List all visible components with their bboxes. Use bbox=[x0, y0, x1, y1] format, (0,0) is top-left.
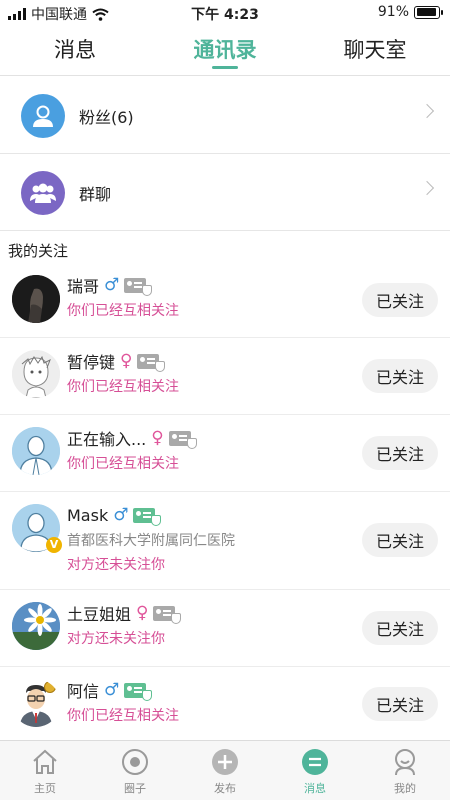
badge-icon bbox=[44, 681, 56, 693]
tab-chatroom[interactable]: 聊天室 bbox=[300, 26, 450, 75]
home-icon bbox=[33, 749, 57, 774]
female-icon: ♀ bbox=[136, 603, 149, 623]
avatar bbox=[12, 679, 60, 727]
verified-badge: V bbox=[46, 537, 62, 553]
bottom-nav: 主页 圈子 发布 消息 我的 bbox=[0, 740, 450, 800]
battery-percent: 91% bbox=[377, 4, 409, 20]
follow-status: 你们已经互相关注 bbox=[67, 379, 179, 395]
contact-name: 正在输入... bbox=[67, 430, 147, 449]
circle-icon bbox=[122, 749, 148, 775]
tab-contacts[interactable]: 通讯录 bbox=[150, 26, 300, 75]
contact-row[interactable]: 阿信 ♂ 你们已经互相关注 已关注 bbox=[0, 667, 450, 740]
nav-messages[interactable]: 消息 bbox=[270, 741, 360, 800]
avatar bbox=[12, 427, 60, 475]
plus-icon bbox=[212, 749, 238, 775]
id-card-icon bbox=[133, 507, 162, 526]
male-icon: ♂ bbox=[104, 275, 120, 295]
battery-icon bbox=[414, 5, 443, 19]
nav-home[interactable]: 主页 bbox=[0, 741, 90, 800]
avatar bbox=[12, 350, 60, 398]
id-card-icon bbox=[124, 277, 153, 296]
follow-status: 你们已经互相关注 bbox=[67, 708, 179, 724]
followed-button[interactable]: 已关注 bbox=[362, 359, 438, 393]
follow-status: 你们已经互相关注 bbox=[67, 456, 179, 472]
status-bar: 中国联通 下午 4:23 91% bbox=[0, 0, 450, 26]
group-icon bbox=[21, 170, 65, 215]
message-icon bbox=[302, 749, 328, 775]
avatar: V bbox=[12, 504, 62, 553]
followed-button[interactable]: 已关注 bbox=[362, 436, 438, 470]
followed-button[interactable]: 已关注 bbox=[362, 687, 438, 721]
id-card-icon bbox=[153, 605, 182, 624]
contacts-screen: 中国联通 下午 4:23 91% 消息 通讯录 聊天室 粉丝(6) 群聊 我的关… bbox=[0, 0, 450, 800]
id-card-icon bbox=[137, 353, 166, 372]
contact-name: 瑞哥 bbox=[67, 277, 100, 296]
top-tabs: 消息 通讯录 聊天室 bbox=[0, 26, 450, 76]
fans-entry[interactable]: 粉丝(6) bbox=[0, 78, 450, 154]
avatar bbox=[12, 275, 60, 323]
profile-icon bbox=[395, 749, 415, 776]
contact-name: 暂停键 bbox=[67, 353, 116, 372]
nav-label: 发布 bbox=[214, 782, 236, 795]
tab-messages[interactable]: 消息 bbox=[0, 26, 150, 75]
female-icon: ♀ bbox=[120, 351, 133, 371]
nav-label: 主页 bbox=[34, 782, 56, 795]
contact-row[interactable]: 正在输入... ♀ 你们已经互相关注 已关注 bbox=[0, 415, 450, 492]
follow-status: 你们已经互相关注 bbox=[67, 303, 179, 319]
avatar bbox=[12, 602, 60, 650]
id-card-icon bbox=[168, 430, 197, 449]
contact-name: 土豆姐姐 bbox=[67, 605, 132, 624]
contact-row[interactable]: V Mask ♂ 首都医科大学附属同仁医院 对方还未关注你 已关注 bbox=[0, 492, 450, 590]
nav-label: 圈子 bbox=[124, 782, 146, 795]
contact-row[interactable]: 瑞哥 ♂ 你们已经互相关注 已关注 bbox=[0, 262, 450, 338]
person-icon bbox=[21, 93, 65, 138]
group-chat-entry[interactable]: 群聊 bbox=[0, 155, 450, 231]
nav-label: 消息 bbox=[304, 782, 326, 795]
contact-organization: 首都医科大学附属同仁医院 bbox=[67, 533, 235, 549]
female-icon: ♀ bbox=[151, 428, 164, 448]
male-icon: ♂ bbox=[104, 680, 120, 700]
followed-button[interactable]: 已关注 bbox=[362, 283, 438, 317]
nav-circle[interactable]: 圈子 bbox=[90, 741, 180, 800]
chevron-right-icon bbox=[419, 180, 435, 196]
section-title: 我的关注 bbox=[8, 242, 69, 260]
fans-label: 粉丝(6) bbox=[79, 107, 134, 127]
nav-profile[interactable]: 我的 bbox=[360, 741, 450, 800]
id-card-icon bbox=[124, 682, 153, 701]
male-icon: ♂ bbox=[113, 505, 129, 525]
contact-name: 阿信 bbox=[67, 682, 100, 701]
group-chat-label: 群聊 bbox=[79, 184, 112, 204]
follow-status: 对方还未关注你 bbox=[67, 557, 165, 573]
contact-row[interactable]: 暂停键 ♀ 你们已经互相关注 已关注 bbox=[0, 338, 450, 415]
chevron-right-icon bbox=[419, 103, 435, 119]
followed-button[interactable]: 已关注 bbox=[362, 523, 438, 557]
followed-button[interactable]: 已关注 bbox=[362, 611, 438, 645]
contact-row[interactable]: 土豆姐姐 ♀ 对方还未关注你 已关注 bbox=[0, 590, 450, 667]
contact-name: Mask bbox=[67, 505, 109, 525]
nav-publish[interactable]: 发布 bbox=[180, 741, 270, 800]
nav-label: 我的 bbox=[394, 782, 416, 795]
follow-status: 对方还未关注你 bbox=[67, 631, 165, 647]
